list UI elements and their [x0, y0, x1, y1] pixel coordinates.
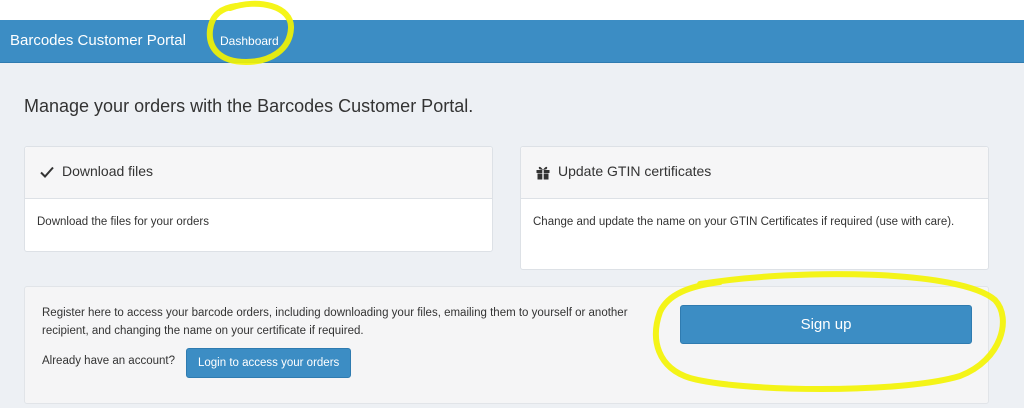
register-section: Register here to access your barcode ord… — [24, 286, 989, 404]
panel-body-text: Download the files for your orders — [37, 216, 209, 228]
download-files-panel: Download files Download the files for yo… — [24, 146, 493, 252]
panel-heading: Download files — [25, 147, 492, 199]
window-top-strip — [0, 0, 1024, 20]
register-description: Register here to access your barcode ord… — [42, 307, 628, 337]
update-gtin-panel: Update GTIN certificates Change and upda… — [520, 146, 989, 270]
check-icon — [39, 164, 55, 180]
brand-link[interactable]: Barcodes Customer Portal — [10, 32, 186, 49]
panel-heading: Update GTIN certificates — [521, 147, 988, 199]
panel-title: Update GTIN certificates — [558, 163, 712, 179]
navbar: Barcodes Customer Portal Dashboard — [0, 20, 1024, 63]
login-button[interactable]: Login to access your orders — [186, 348, 352, 378]
panel-body-text: Change and update the name on your GTIN … — [533, 216, 955, 228]
sign-up-button[interactable]: Sign up — [680, 305, 972, 344]
nav-link-dashboard[interactable]: Dashboard — [220, 34, 279, 48]
gift-icon — [535, 164, 551, 180]
page-title: Manage your orders with the Barcodes Cus… — [24, 96, 474, 116]
panel-title: Download files — [62, 163, 154, 179]
already-have-account-label: Already have an account? — [42, 355, 175, 367]
